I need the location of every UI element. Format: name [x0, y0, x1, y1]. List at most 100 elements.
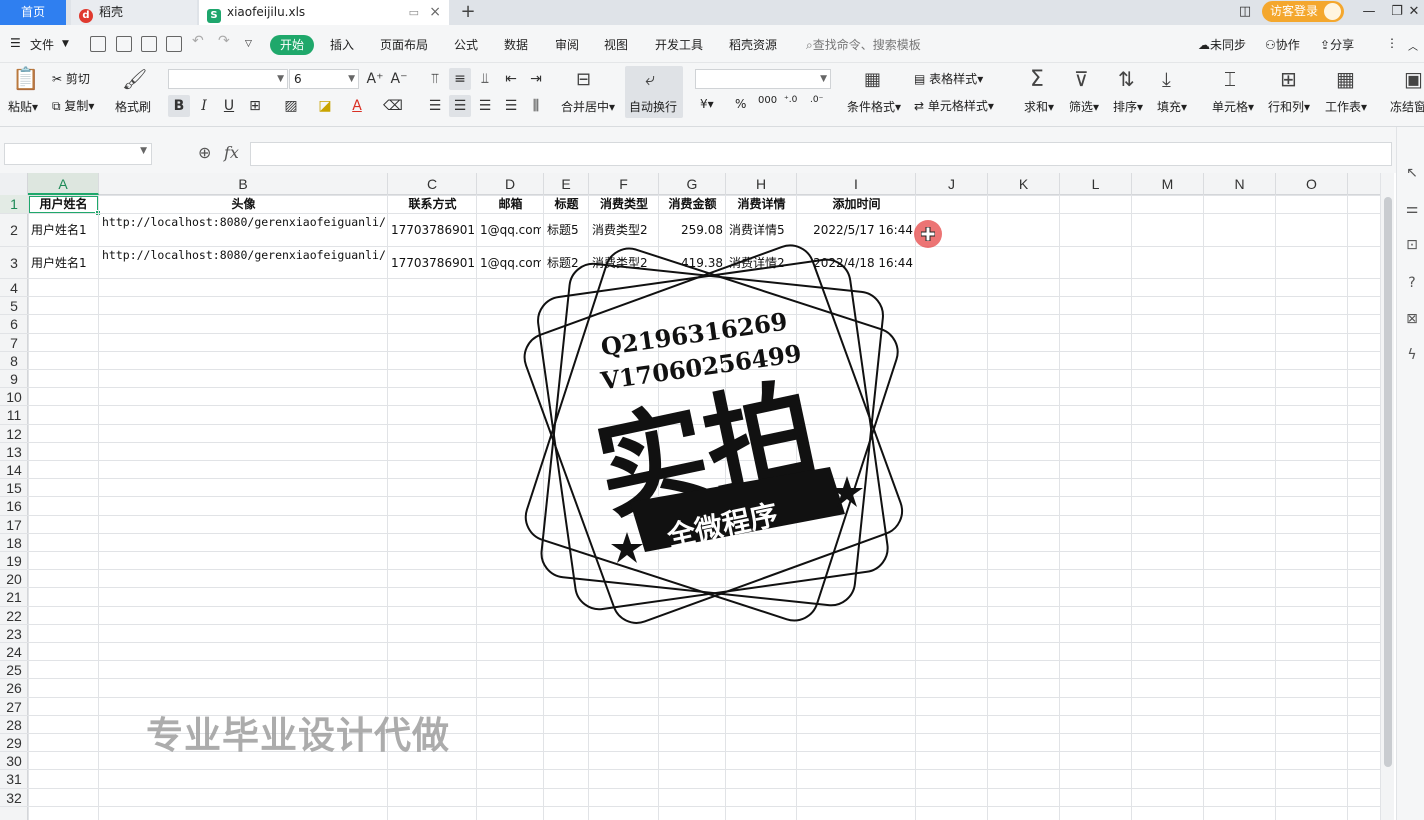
row-header-24[interactable]: 24	[0, 643, 28, 662]
paste-button[interactable]: 粘贴▾	[8, 98, 38, 115]
header-cell[interactable]: 添加时间	[800, 195, 913, 214]
row-header-3[interactable]: 3	[0, 247, 28, 279]
scrollbar-thumb[interactable]	[1384, 197, 1392, 767]
export-pdf-icon[interactable]	[116, 36, 132, 52]
clear-format-icon[interactable]: ⌫	[382, 95, 404, 117]
row-header-14[interactable]: 14	[0, 461, 28, 480]
currency-button[interactable]: ¥▾	[700, 97, 714, 111]
more-options-icon[interactable]: ⋮	[1386, 36, 1398, 50]
share-button[interactable]: ⇪分享	[1320, 36, 1354, 53]
sort-button[interactable]: 排序▾	[1113, 98, 1143, 115]
command-search[interactable]: ⌕查找命令、搜索模板	[806, 36, 921, 53]
underline-button[interactable]: U	[218, 95, 240, 117]
increase-decimal-icon[interactable]: ⁺.0	[784, 95, 797, 105]
freeze-panes-icon[interactable]: ▣	[1404, 67, 1423, 91]
align-center-icon[interactable]: ☰	[449, 95, 471, 117]
align-right-icon[interactable]: ☰	[474, 95, 496, 117]
menu-tab-review[interactable]: 审阅	[555, 36, 579, 53]
redo-icon[interactable]: ↷	[218, 33, 230, 49]
row-header-17[interactable]: 17	[0, 516, 28, 534]
vertical-scrollbar[interactable]	[1380, 173, 1394, 820]
column-header-n[interactable]: N	[1204, 173, 1276, 195]
new-tab-button[interactable]: +	[458, 0, 478, 25]
increase-indent-icon[interactable]: ⇥	[525, 68, 547, 90]
menu-tab-formulas[interactable]: 公式	[454, 36, 478, 53]
column-header-j[interactable]: J	[916, 173, 988, 195]
row-column-button[interactable]: 行和列▾	[1268, 98, 1310, 115]
row-header-28[interactable]: 28	[0, 716, 28, 734]
wrap-text-button[interactable]: ⤶ 自动换行	[625, 66, 683, 118]
row-header-12[interactable]: 12	[0, 425, 28, 443]
sum-button[interactable]: 求和▾	[1024, 98, 1054, 115]
row-header-7[interactable]: 7	[0, 334, 28, 352]
column-header-h[interactable]: H	[726, 173, 797, 195]
column-header-k[interactable]: K	[988, 173, 1060, 195]
align-bottom-icon[interactable]: ⫫	[474, 68, 496, 90]
table-cell[interactable]: http://localhost:8080/gerenxiaofeiguanli…	[102, 214, 385, 247]
column-header-m[interactable]: M	[1132, 173, 1204, 195]
row-header-21[interactable]: 21	[0, 588, 28, 607]
font-name-select[interactable]: ▼	[168, 69, 288, 89]
table-cell[interactable]: 17703786901	[391, 214, 474, 247]
row-header-31[interactable]: 31	[0, 770, 28, 789]
tab-docer[interactable]: d 稻壳	[71, 0, 197, 25]
menu-tab-home[interactable]: 开始	[270, 35, 314, 55]
filter-button[interactable]: 筛选▾	[1069, 98, 1099, 115]
copy-button[interactable]: ⧉ 复制▾	[52, 97, 94, 114]
undo-icon[interactable]: ↶	[192, 33, 204, 49]
row-header-25[interactable]: 25	[0, 661, 28, 680]
save-icon[interactable]	[90, 36, 106, 52]
menu-tab-developer[interactable]: 开发工具	[655, 36, 703, 53]
menu-tab-page-layout[interactable]: 页面布局	[380, 36, 428, 53]
insert-function-button[interactable]: fx	[224, 143, 239, 162]
worksheet-button[interactable]: 工作表▾	[1325, 98, 1367, 115]
row-column-icon[interactable]: ⊞	[1280, 67, 1297, 91]
header-cell[interactable]: 头像	[102, 195, 385, 214]
decrease-indent-icon[interactable]: ⇤	[500, 68, 522, 90]
row-header-2[interactable]: 2	[0, 214, 28, 247]
row-header-22[interactable]: 22	[0, 607, 28, 625]
row-header-23[interactable]: 23	[0, 625, 28, 643]
header-cell[interactable]: 联系方式	[391, 195, 474, 214]
menu-tab-docer-resources[interactable]: 稻壳资源	[729, 36, 777, 53]
lightning-icon[interactable]: ϟ	[1404, 347, 1420, 363]
align-middle-icon[interactable]: ≡	[449, 68, 471, 90]
number-format-select[interactable]: ▼	[695, 69, 831, 89]
column-header-a[interactable]: A	[28, 173, 99, 195]
row-header-4[interactable]: 4	[0, 279, 28, 298]
fill-color-icon[interactable]: ◪	[314, 95, 336, 117]
table-style-button[interactable]: ▤ 表格样式▾	[914, 70, 983, 87]
hamburger-icon[interactable]: ☰	[10, 36, 21, 50]
row-header-26[interactable]: 26	[0, 679, 28, 698]
cell-style-button[interactable]: ⇄ 单元格样式▾	[914, 97, 994, 114]
header-cell[interactable]: 消费详情	[729, 195, 794, 214]
header-cell[interactable]: 消费金额	[662, 195, 723, 214]
row-header-13[interactable]: 13	[0, 443, 28, 461]
row-header-8[interactable]: 8	[0, 352, 28, 370]
sum-icon[interactable]: Σ	[1030, 67, 1044, 92]
row-header-1[interactable]: 1	[0, 195, 28, 214]
row-header-32[interactable]: 32	[0, 789, 28, 807]
decrease-decimal-icon[interactable]: .0⁻	[810, 95, 823, 105]
distributed-align-icon[interactable]: ⫼	[525, 95, 547, 117]
paste-icon[interactable]: 📋	[12, 67, 39, 92]
table-cell[interactable]: 用户姓名1	[31, 247, 96, 279]
help-icon[interactable]: ?	[1404, 275, 1420, 291]
tab-home[interactable]: 首页	[0, 0, 66, 25]
bold-button[interactable]: B	[168, 95, 190, 117]
filter-icon[interactable]: ⊽	[1074, 67, 1089, 91]
select-pointer-icon[interactable]: ↖	[1404, 165, 1420, 181]
align-top-icon[interactable]: ⫪	[424, 68, 446, 90]
cloud-sync-status[interactable]: ☁未同步	[1198, 36, 1246, 53]
row-header-6[interactable]: 6	[0, 315, 28, 334]
collaborate-button[interactable]: ⚇协作	[1265, 36, 1300, 53]
layout-toggle-icon[interactable]: ◫	[1232, 0, 1258, 25]
merge-center-button[interactable]: 合并居中▾	[561, 98, 615, 115]
format-painter-icon[interactable]: 🖌	[122, 67, 147, 91]
column-header-l[interactable]: L	[1060, 173, 1132, 195]
format-icon[interactable]: ⊡	[1404, 237, 1420, 253]
format-painter-button[interactable]: 格式刷	[115, 98, 151, 115]
percent-button[interactable]: %	[735, 97, 746, 111]
column-header-f[interactable]: F	[589, 173, 659, 195]
conditional-format-button[interactable]: 条件格式▾	[847, 98, 901, 115]
